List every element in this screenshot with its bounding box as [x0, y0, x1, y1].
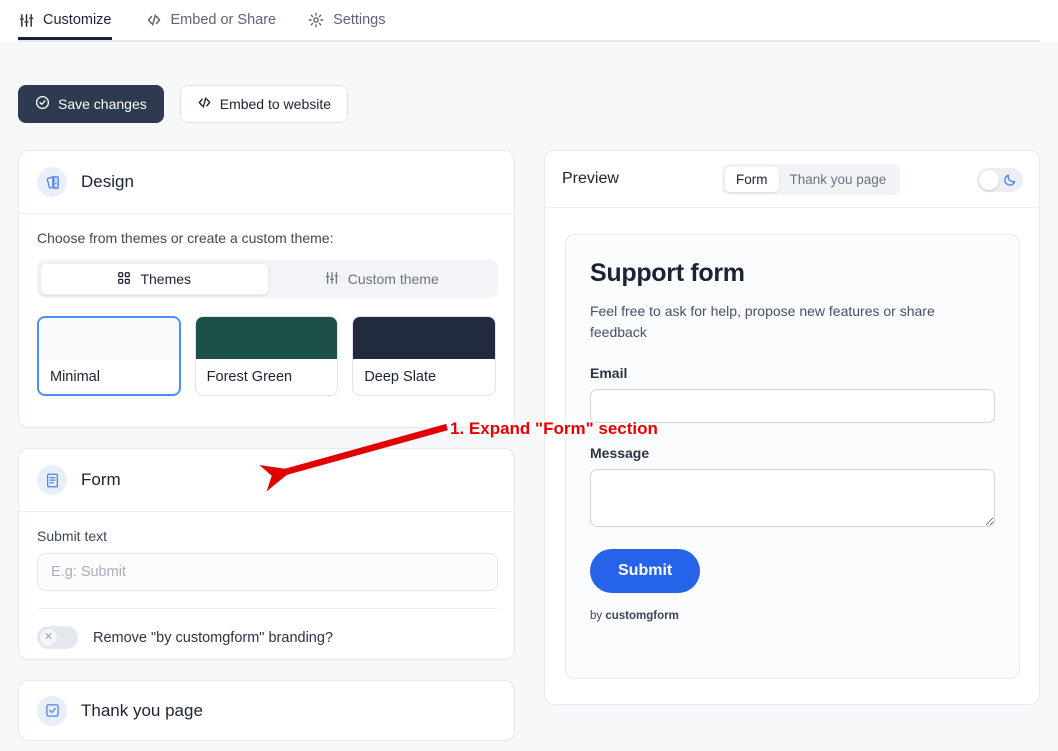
form-section-body: Submit text ✕ Remove "by customgform" br…	[19, 512, 514, 649]
dark-mode-toggle[interactable]	[977, 168, 1023, 192]
check-circle-icon	[35, 95, 50, 113]
preview-header: Preview Form Thank you page	[545, 151, 1039, 208]
theme-swatch	[195, 317, 338, 359]
grid-icon	[117, 271, 131, 288]
form-section-divider	[37, 608, 498, 609]
segment-themes-label: Themes	[140, 271, 192, 287]
embed-to-website-label: Embed to website	[219, 96, 332, 112]
check-square-icon	[37, 695, 67, 726]
preview-submit-button[interactable]: Submit	[590, 549, 701, 593]
design-helper-text: Choose from themes or create a custom th…	[37, 230, 334, 246]
form-section: Form Submit text ✕ Remove "by customgfor…	[18, 448, 515, 660]
tab-settings[interactable]: Settings	[292, 0, 401, 40]
tab-list: Customize Embed or Share Settings	[18, 0, 402, 40]
design-section: Design Choose from themes or create a cu…	[18, 150, 515, 428]
preview-email-input[interactable]	[590, 389, 995, 423]
theme-card-deep-slate[interactable]: Deep Slate	[352, 316, 496, 396]
top-tab-bar: Customize Embed or Share Settings	[0, 0, 1058, 42]
sliders-icon	[18, 12, 34, 28]
preview-message-label: Message	[590, 445, 650, 461]
design-section-title: Design	[81, 172, 134, 191]
close-icon: ✕	[39, 628, 58, 647]
embed-to-website-button[interactable]: Embed to website	[179, 85, 349, 123]
theme-mode-segmented-control: Themes Custom theme	[37, 260, 498, 298]
theme-card-label: Minimal	[50, 369, 100, 385]
save-changes-button[interactable]: Save changes	[18, 85, 164, 123]
thank-you-page-title: Thank you page	[81, 700, 203, 720]
preview-panel: Preview Form Thank you page Support form…	[544, 150, 1040, 705]
preview-tab-thank-you-page-label: Thank you page	[789, 172, 887, 187]
theme-card-list: Minimal Forest Green Deep Slate	[37, 316, 496, 396]
action-toolbar: Save changes Embed to website	[18, 85, 349, 123]
tab-embed-or-share-label: Embed or Share	[170, 12, 277, 28]
form-section-header[interactable]: Form	[19, 449, 514, 512]
app-root: Customize Embed or Share Settings Save c…	[0, 0, 1058, 751]
preview-title: Preview	[562, 170, 619, 187]
save-changes-label: Save changes	[58, 96, 147, 112]
toggle-knob	[979, 170, 999, 190]
theme-card-label: Forest Green	[206, 369, 293, 385]
tab-customize[interactable]: Customize	[18, 0, 130, 40]
thank-you-page-header[interactable]: Thank you page	[19, 681, 514, 740]
tab-embed-or-share[interactable]: Embed or Share	[130, 0, 293, 40]
branding-toggle-row: ✕ Remove "by customgform" branding?	[37, 626, 496, 649]
preview-body: Support form Feel free to ask for help, …	[545, 208, 1039, 705]
design-section-body: Choose from themes or create a custom th…	[19, 214, 514, 396]
code-icon	[146, 12, 162, 28]
segment-custom-theme-label: Custom theme	[347, 271, 439, 287]
preview-tab-thank-you-page[interactable]: Thank you page	[779, 167, 898, 192]
remove-branding-toggle[interactable]: ✕	[37, 626, 78, 649]
theme-card-minimal[interactable]: Minimal	[37, 316, 181, 396]
preview-form: Support form Feel free to ask for help, …	[565, 234, 1020, 679]
form-section-title: Form	[81, 470, 121, 489]
preview-tab-form[interactable]: Form	[725, 167, 779, 192]
moon-icon	[1002, 172, 1018, 188]
submit-text-input[interactable]	[37, 553, 498, 591]
preview-message-textarea[interactable]	[590, 469, 995, 527]
submit-text-label: Submit text	[37, 528, 108, 544]
sliders-icon	[325, 271, 339, 288]
segment-custom-theme[interactable]: Custom theme	[269, 263, 496, 295]
preview-branding-prefix: by	[590, 610, 606, 622]
thank-you-page-section: Thank you page	[18, 680, 515, 741]
theme-card-label: Deep Slate	[364, 369, 437, 385]
tab-settings-label: Settings	[333, 12, 386, 28]
tab-bar-divider	[18, 40, 1040, 42]
theme-swatch	[39, 318, 179, 360]
preview-tab-form-label: Form	[736, 172, 768, 187]
preview-email-label: Email	[590, 365, 628, 381]
file-text-icon	[37, 465, 67, 495]
remove-branding-label: Remove "by customgform" branding?	[93, 629, 333, 646]
preview-view-switch: Form Thank you page	[722, 164, 901, 195]
design-section-header[interactable]: Design	[19, 151, 514, 214]
tab-customize-label: Customize	[43, 12, 112, 28]
theme-swatch	[353, 317, 495, 359]
preview-branding-name: customgform	[605, 610, 679, 622]
segment-themes[interactable]: Themes	[40, 263, 269, 295]
preview-form-heading: Support form	[590, 259, 745, 287]
preview-form-description: Feel free to ask for help, propose new f…	[590, 303, 935, 340]
gear-icon	[308, 12, 324, 28]
preview-branding: by customgform	[590, 610, 995, 622]
code-icon	[197, 95, 212, 113]
palette-icon	[37, 167, 67, 197]
theme-card-forest-green[interactable]: Forest Green	[194, 316, 339, 396]
